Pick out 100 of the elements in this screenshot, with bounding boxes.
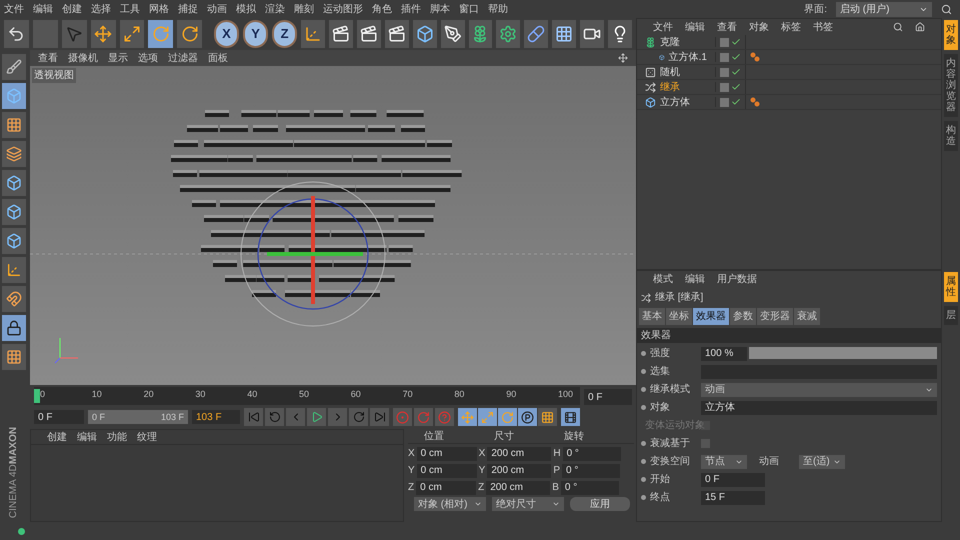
value-field[interactable]: 0 F (701, 472, 765, 486)
strength-slider-fill[interactable] (749, 346, 937, 358)
attribute-tab[interactable]: 参数 (730, 308, 756, 325)
attribute-tab[interactable]: 坐标 (666, 308, 692, 325)
attribute-menu-item[interactable]: 模式 (653, 272, 673, 286)
rotation-field[interactable]: 0 ° (560, 480, 619, 494)
position-field[interactable]: 0 cm (416, 446, 477, 460)
menu-item[interactable]: 角色 (372, 2, 392, 16)
axis-button[interactable]: X (214, 20, 239, 48)
object-name[interactable]: 克隆 (660, 34, 680, 50)
animation-dropdown[interactable]: 至(适) (799, 454, 845, 468)
menu-item[interactable]: 渲染 (265, 2, 285, 16)
tool-button[interactable] (496, 20, 520, 48)
tool-button[interactable] (440, 20, 465, 48)
search-icon[interactable] (893, 22, 903, 32)
object-menu-item[interactable]: 查看 (717, 20, 737, 34)
side-tab[interactable]: 内容浏览器 (944, 54, 958, 117)
object-name[interactable]: 立方体 (660, 94, 690, 110)
value-field[interactable]: 15 F (701, 490, 765, 504)
transport-button[interactable] (349, 408, 368, 426)
tool-button[interactable] (384, 20, 409, 48)
viewport-menu-item[interactable]: 面板 (208, 50, 228, 66)
end-frame-field[interactable]: 103 F (192, 410, 240, 424)
tool-button[interactable] (356, 20, 381, 48)
position-field[interactable]: 0 cm (416, 464, 477, 478)
mode-dropdown[interactable]: 动画 (701, 382, 937, 396)
mode-button[interactable] (2, 141, 26, 167)
current-frame-field[interactable]: 0 F (584, 389, 632, 405)
size-field[interactable]: 200 cm (487, 464, 552, 478)
side-tab[interactable]: 构造 (944, 121, 958, 151)
coordinate-mode-dropdown[interactable]: 绝对尺寸 (492, 497, 564, 511)
viewport-menu-item[interactable]: 摄像机 (68, 50, 98, 66)
tool-button[interactable] (524, 20, 548, 48)
mode-button[interactable] (2, 112, 26, 138)
attribute-tab[interactable]: 基本 (639, 308, 665, 325)
attribute-tab[interactable]: 变形器 (757, 308, 793, 325)
material-menu-item[interactable]: 纹理 (137, 430, 157, 444)
side-tab[interactable]: 属性 (944, 272, 958, 302)
transport-button[interactable] (286, 408, 305, 426)
menu-item[interactable]: 脚本 (430, 2, 450, 16)
tool-button[interactable] (120, 20, 144, 48)
mode-button[interactable] (2, 257, 26, 283)
material-menu-item[interactable]: 编辑 (77, 430, 97, 444)
menu-item[interactable]: 帮助 (488, 2, 508, 16)
rotation-field[interactable]: 0 ° (562, 446, 621, 460)
menu-item[interactable]: 选择 (91, 2, 111, 16)
mode-button[interactable] (2, 199, 26, 225)
menu-item[interactable]: 编辑 (33, 2, 53, 16)
key-filter-button[interactable] (518, 408, 537, 426)
side-tab[interactable]: 对象 (944, 20, 958, 50)
rotation-field[interactable]: 0 ° (562, 464, 620, 478)
menu-item[interactable]: 动画 (207, 2, 227, 16)
transport-button[interactable] (370, 408, 389, 426)
transport-button[interactable] (265, 408, 284, 426)
menu-item[interactable]: 捕捉 (178, 2, 198, 16)
transport-button[interactable] (328, 408, 347, 426)
object-menu-item[interactable]: 对象 (749, 20, 769, 34)
mode-button[interactable] (2, 228, 26, 254)
tool-button[interactable] (4, 20, 29, 48)
object-menu-item[interactable]: 编辑 (685, 20, 705, 34)
search-icon[interactable] (941, 4, 952, 14)
transport-button[interactable] (244, 408, 263, 426)
axis-button[interactable]: Z (272, 20, 298, 48)
mode-button[interactable] (2, 344, 26, 370)
object-menu-item[interactable]: 书签 (813, 20, 833, 34)
attribute-menu-item[interactable]: 用户数据 (717, 272, 757, 286)
tag-icon[interactable] (750, 52, 760, 62)
viewport-menu-item[interactable]: 过滤器 (168, 50, 198, 66)
mode-button[interactable] (2, 315, 26, 341)
attribute-tab[interactable]: 衰减 (794, 308, 820, 325)
space-dropdown[interactable]: 节点 (701, 454, 747, 468)
axis-button[interactable]: Y (243, 20, 268, 48)
mode-button[interactable] (2, 54, 26, 80)
strength-field[interactable]: 100 % (701, 346, 747, 360)
menu-item[interactable]: 文件 (4, 2, 24, 16)
object-menu-item[interactable]: 标签 (781, 20, 801, 34)
layout-dropdown[interactable]: 启动 (用户) (836, 2, 932, 16)
position-field[interactable]: 0 cm (416, 480, 476, 494)
menu-item[interactable]: 模拟 (236, 2, 256, 16)
viewport-menu-item[interactable]: 查看 (38, 50, 58, 66)
mode-button[interactable] (2, 170, 26, 196)
object-name[interactable]: 继承 (660, 80, 680, 94)
apply-button[interactable]: 应用 (570, 497, 630, 511)
material-menu-item[interactable]: 功能 (107, 430, 127, 444)
menu-item[interactable]: 雕刻 (294, 2, 314, 16)
viewport-menu-item[interactable]: 选项 (138, 50, 158, 66)
attribute-tab[interactable]: 效果器 (693, 308, 729, 325)
menu-item[interactable]: 创建 (62, 2, 82, 16)
object-menu-item[interactable]: 文件 (653, 20, 673, 34)
menu-item[interactable]: 运动图形 (323, 2, 363, 16)
move-icon[interactable] (618, 53, 628, 63)
tool-button[interactable] (608, 20, 632, 48)
object-link-field[interactable]: 立方体 (701, 400, 937, 414)
viewport-menu-item[interactable]: 显示 (108, 50, 128, 66)
tool-button[interactable] (552, 20, 576, 48)
object-name[interactable]: 随机 (660, 64, 680, 80)
mode-button[interactable] (2, 286, 26, 312)
menu-item[interactable]: 工具 (120, 2, 140, 16)
coordinate-mode-dropdown[interactable]: 对象 (相对) (414, 497, 486, 511)
menu-item[interactable]: 插件 (401, 2, 421, 16)
